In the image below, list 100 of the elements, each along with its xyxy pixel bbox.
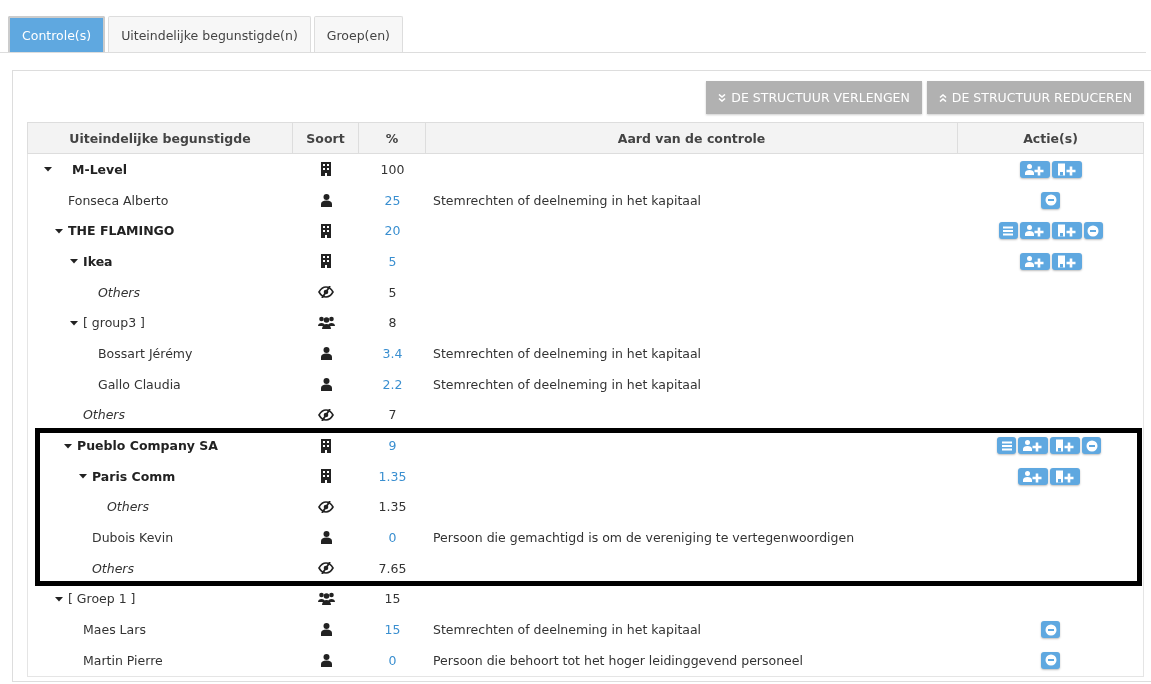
eye-slash-icon bbox=[318, 562, 334, 575]
beneficiary-name: Fonseca Alberto bbox=[68, 192, 169, 208]
list-button[interactable] bbox=[997, 437, 1016, 455]
minus-circle-icon bbox=[1085, 439, 1098, 452]
list-icon bbox=[1002, 224, 1014, 237]
percentage: 7.65 bbox=[377, 560, 408, 576]
control-type: Stemrechten of deelneming in het kapitaal bbox=[432, 192, 702, 208]
column-header: Actie(s) bbox=[1022, 129, 1079, 148]
minus-circle-icon bbox=[1044, 654, 1057, 667]
beneficiary-name: M-Level bbox=[72, 161, 127, 177]
beneficiary-name: Pueblo Company SA bbox=[77, 438, 218, 454]
minus-circle-icon bbox=[1044, 623, 1057, 636]
column-header: Uiteindelijke begunstigde bbox=[28, 123, 293, 153]
beneficiary-name: Dubois Kevin bbox=[92, 530, 174, 546]
add-person-button[interactable] bbox=[1019, 252, 1050, 270]
beneficiary-name: [ group3 ] bbox=[83, 315, 145, 331]
add-person-button[interactable] bbox=[1018, 467, 1048, 485]
group-icon bbox=[317, 316, 335, 330]
person-icon bbox=[320, 193, 332, 207]
add-building-button[interactable] bbox=[1051, 222, 1082, 240]
remove-button[interactable] bbox=[1041, 621, 1060, 639]
beneficiary-name: Others bbox=[92, 560, 134, 576]
percentage: 5 bbox=[387, 284, 398, 300]
eye-slash-icon bbox=[318, 500, 334, 513]
group-icon bbox=[317, 592, 335, 606]
percentage: 1.35 bbox=[377, 499, 408, 515]
eye-slash-icon bbox=[318, 286, 334, 299]
person-plus-icon bbox=[1023, 439, 1043, 453]
minus-circle-icon bbox=[1044, 194, 1057, 207]
tab[interactable]: Controle(s) bbox=[8, 16, 106, 52]
building-icon bbox=[321, 162, 331, 177]
beneficiary-name: Martin Pierre bbox=[83, 652, 163, 668]
collapse-button[interactable]: DE STRUCTUUR REDUCEREN bbox=[926, 81, 1144, 114]
percentage[interactable]: 1.35 bbox=[359, 468, 426, 484]
person-icon bbox=[320, 531, 332, 545]
building-plus-icon bbox=[1055, 469, 1075, 483]
beneficiary-name: Others bbox=[107, 499, 149, 515]
beneficiary-name: Ikea bbox=[83, 253, 113, 269]
remove-button[interactable] bbox=[1083, 222, 1103, 240]
control-type: Persoon die gemachtigd is om de vereniging te vertegenwoordigen bbox=[432, 530, 855, 546]
add-building-button[interactable] bbox=[1050, 467, 1080, 485]
percentage[interactable]: 5 bbox=[359, 253, 426, 269]
add-building-button[interactable] bbox=[1051, 160, 1082, 178]
percentage[interactable]: 0 bbox=[359, 652, 426, 668]
person-plus-icon bbox=[1024, 254, 1045, 268]
person-icon bbox=[320, 623, 332, 637]
add-person-button[interactable] bbox=[1019, 160, 1050, 178]
percentage[interactable]: 20 bbox=[359, 223, 426, 239]
person-icon bbox=[320, 377, 332, 391]
beneficiary-name: Gallo Claudia bbox=[98, 376, 181, 392]
add-person-button[interactable] bbox=[1018, 437, 1048, 455]
add-person-button[interactable] bbox=[1019, 222, 1050, 240]
expand-button[interactable]: DE STRUCTUUR VERLENGEN bbox=[706, 81, 922, 114]
person-plus-icon bbox=[1024, 162, 1045, 176]
percentage: 100 bbox=[379, 161, 406, 177]
control-type: Persoon die behoort tot het hoger leidinggevend personeel bbox=[432, 652, 803, 668]
building-icon bbox=[321, 254, 331, 269]
control-type: Stemrechten of deelneming in het kapitaal bbox=[432, 622, 702, 638]
beneficiary-name: Others bbox=[98, 284, 140, 300]
column-header: % bbox=[359, 123, 426, 153]
percentage: 7 bbox=[387, 407, 398, 423]
percentage: 15 bbox=[383, 591, 402, 607]
control-type: Stemrechten of deelneming in het kapitaal bbox=[432, 376, 702, 392]
percentage[interactable]: 9 bbox=[359, 438, 426, 454]
control-type: Stemrechten of deelneming in het kapitaal bbox=[432, 345, 702, 361]
percentage: 8 bbox=[387, 315, 398, 331]
building-plus-icon bbox=[1056, 224, 1077, 238]
add-building-button[interactable] bbox=[1050, 437, 1080, 455]
beneficiary-name: [ Groep 1 ] bbox=[68, 591, 136, 607]
percentage[interactable]: 3.4 bbox=[359, 345, 426, 361]
caret-icon[interactable] bbox=[78, 473, 87, 480]
percentage[interactable]: 15 bbox=[359, 622, 426, 638]
building-icon bbox=[321, 438, 331, 453]
beneficiary-name: Paris Comm bbox=[92, 468, 176, 484]
percentage[interactable]: 25 bbox=[359, 192, 426, 208]
list-button[interactable] bbox=[998, 222, 1018, 240]
caret-icon[interactable] bbox=[54, 595, 63, 602]
person-plus-icon bbox=[1024, 224, 1045, 238]
caret-icon[interactable] bbox=[54, 227, 63, 234]
column-header: Soort bbox=[293, 123, 359, 153]
eye-slash-icon bbox=[318, 408, 334, 421]
caret-icon[interactable] bbox=[69, 258, 78, 265]
percentage[interactable]: 2.2 bbox=[359, 376, 426, 392]
percentage[interactable]: 0 bbox=[359, 530, 426, 546]
remove-button[interactable] bbox=[1041, 651, 1060, 669]
tab[interactable]: Groep(en) bbox=[313, 16, 403, 52]
caret-icon[interactable] bbox=[43, 166, 52, 173]
person-plus-icon bbox=[1023, 469, 1043, 483]
remove-button[interactable] bbox=[1041, 191, 1060, 209]
column-header: Aard van de controle bbox=[426, 123, 958, 153]
chevrons-down-icon bbox=[718, 93, 727, 102]
caret-icon[interactable] bbox=[63, 442, 72, 449]
chevrons-up-icon bbox=[938, 93, 947, 102]
add-building-button[interactable] bbox=[1051, 252, 1082, 270]
caret-icon[interactable] bbox=[69, 319, 78, 326]
beneficiary-name: Maes Lars bbox=[83, 622, 146, 638]
building-plus-icon bbox=[1056, 162, 1077, 176]
remove-button[interactable] bbox=[1082, 437, 1101, 455]
tab[interactable]: Uiteindelijke begunstigde(n) bbox=[108, 16, 311, 52]
beneficiary-name: Others bbox=[83, 407, 125, 423]
